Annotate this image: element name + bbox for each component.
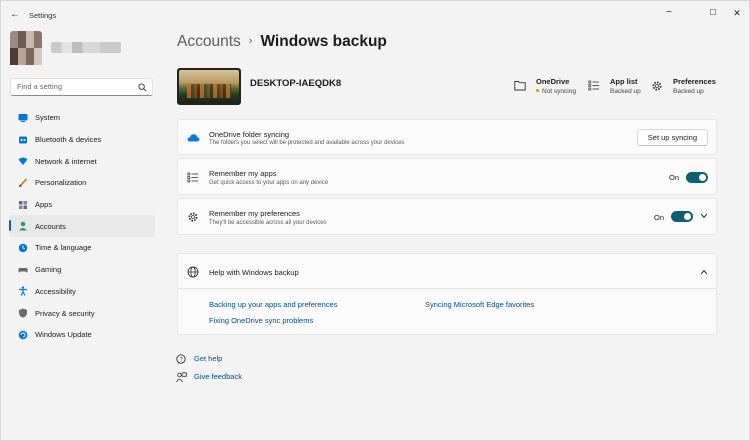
sidebar-item-accounts[interactable]: Accounts [9, 215, 155, 238]
applist-status-text: Backed up [610, 88, 641, 95]
help-title: Help with Windows backup [209, 268, 299, 277]
get-help-link[interactable]: ? Get help [176, 354, 222, 367]
gear-icon [188, 212, 198, 222]
sidebar-item-bluetooth[interactable]: Bluetooth & devices [9, 129, 155, 151]
breadcrumb-parent[interactable]: Accounts [177, 33, 241, 50]
remember-preferences-toggle[interactable] [671, 211, 693, 222]
preferences-status-text: Backed up [673, 88, 704, 95]
window-title: Settings [29, 11, 57, 20]
sidebar-item-apps[interactable]: Apps [9, 194, 155, 216]
get-help-label: Get help [194, 354, 223, 363]
back-arrow-icon[interactable]: ← [9, 9, 21, 21]
give-feedback-label: Give feedback [194, 372, 242, 381]
feedback-icon [176, 372, 187, 383]
remember-preferences-subtitle: They'll be accessible across all your de… [209, 220, 327, 226]
apps-icon [19, 200, 27, 209]
sidebar-item-label: Gaming [35, 265, 62, 275]
remember-apps-toggle[interactable] [686, 172, 708, 183]
help-link-edge-favorites[interactable]: Syncing Microsoft Edge favorites [425, 300, 534, 309]
search-icon[interactable] [138, 83, 147, 92]
remember-preferences-title: Remember my preferences [209, 209, 300, 218]
sidebar-nav: System Bluetooth & devices Network & int… [9, 107, 155, 346]
onedrive-sync-title: OneDrive folder syncing [209, 130, 290, 139]
close-button[interactable]: ✕ [722, 5, 750, 21]
remember-apps-card: Remember my apps Get quick access to you… [177, 158, 717, 195]
sidebar-item-network[interactable]: Network & internet [9, 150, 155, 172]
onedrive-status-title: OneDrive [536, 77, 570, 86]
controller-icon [18, 267, 28, 273]
device-name: DESKTOP-IAEQDK8 [250, 78, 342, 89]
applist-status-title: App list [610, 77, 638, 86]
chevron-down-icon[interactable] [700, 213, 708, 219]
help-chat-icon: ? [176, 354, 186, 365]
svg-text:?: ? [180, 357, 183, 363]
onedrive-status-text: Not syncing [542, 88, 576, 95]
minimize-button[interactable]: − [654, 5, 684, 21]
sidebar-item-privacy-security[interactable]: Privacy & security [9, 302, 155, 324]
help-link-backup-apps[interactable]: Backing up your apps and preferences [209, 300, 337, 309]
person-icon [19, 221, 27, 231]
sidebar-item-label: System [35, 113, 61, 123]
preferences-status-title: Preferences [673, 77, 716, 86]
cloud-icon [187, 134, 200, 142]
search-box[interactable] [10, 78, 153, 96]
sidebar-item-label: Privacy & security [35, 308, 95, 318]
device-image [177, 68, 241, 105]
help-section-links: Backing up your apps and preferences Syn… [177, 290, 717, 335]
set-up-syncing-button[interactable]: Set up syncing [636, 129, 708, 146]
sidebar-item-accessibility[interactable]: Accessibility [9, 281, 155, 303]
sidebar-item-system[interactable]: System [9, 107, 155, 129]
sidebar-item-gaming[interactable]: Gaming [9, 259, 155, 281]
sidebar-item-label: Bluetooth & devices [35, 135, 102, 145]
profile-name-redacted [51, 42, 121, 53]
gear-icon [652, 81, 662, 91]
list-icon [588, 80, 599, 91]
brush-icon [19, 178, 28, 187]
give-feedback-link[interactable]: Give feedback [176, 372, 242, 385]
app-list-icon [187, 172, 198, 183]
remember-preferences-card[interactable]: Remember my preferences They'll be acces… [177, 198, 717, 235]
sidebar-item-label: Apps [35, 200, 53, 210]
search-input[interactable] [17, 82, 135, 91]
sidebar-item-label: Windows Update [35, 330, 92, 340]
warning-dot-icon [536, 89, 539, 92]
globe-icon [187, 266, 199, 278]
bluetooth-icon [19, 136, 27, 144]
wifi-icon [18, 157, 28, 166]
system-icon [18, 113, 28, 122]
chevron-up-icon[interactable] [700, 269, 708, 275]
sidebar-item-label: Time & language [35, 243, 92, 253]
sidebar-item-time-language[interactable]: Time & language [9, 237, 155, 259]
update-icon [18, 330, 28, 340]
breadcrumb-separator: › [248, 35, 253, 47]
help-link-onedrive-sync[interactable]: Fixing OneDrive sync problems [209, 316, 313, 325]
remember-preferences-state: On [654, 213, 665, 222]
sidebar-item-label: Personalization [35, 178, 87, 188]
page-title: Windows backup [260, 33, 387, 50]
shield-icon [19, 308, 27, 318]
folder-icon [514, 81, 526, 91]
sidebar-item-windows-update[interactable]: Windows Update [9, 324, 155, 346]
onedrive-sync-card: OneDrive folder syncing The folders you … [177, 119, 717, 155]
help-section-header[interactable]: Help with Windows backup [177, 253, 717, 289]
settings-window: ← Settings − □ ✕ System Bluetooth & devi… [0, 0, 750, 441]
breadcrumb: Accounts › Windows backup [177, 33, 387, 51]
globe-clock-icon [18, 243, 28, 253]
remember-apps-state: On [669, 173, 680, 182]
onedrive-sync-subtitle: The folders you select will be protected… [209, 140, 405, 146]
sidebar-item-label: Accessibility [35, 286, 76, 296]
sidebar-item-label: Accounts [35, 221, 66, 231]
avatar[interactable] [10, 31, 42, 65]
sidebar-item-label: Network & internet [35, 156, 97, 166]
remember-apps-title: Remember my apps [209, 169, 277, 178]
remember-apps-subtitle: Get quick access to your apps on any dev… [209, 180, 329, 186]
accessibility-icon [19, 286, 27, 297]
title-bar: ← Settings − □ ✕ [1, 1, 749, 29]
sidebar-item-personalization[interactable]: Personalization [9, 172, 155, 194]
